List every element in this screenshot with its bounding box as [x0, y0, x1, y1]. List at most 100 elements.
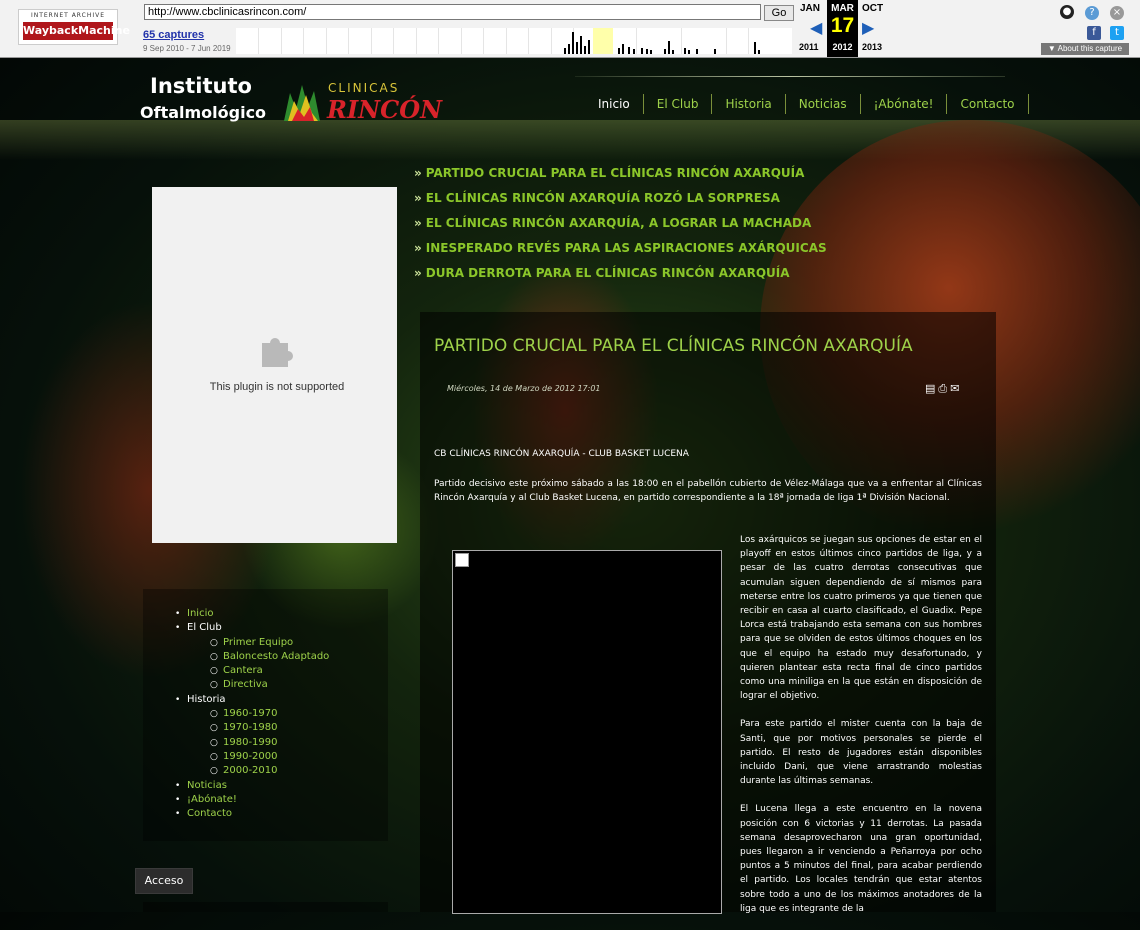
menu-label: 1970-1980 — [223, 722, 278, 734]
article-image — [452, 550, 722, 914]
close-icon[interactable]: × — [1110, 6, 1124, 20]
acceso-tab[interactable]: Acceso — [135, 868, 193, 894]
captures-range: 9 Sep 2010 - 7 Jun 2019 — [143, 44, 231, 53]
next-capture-arrow-icon[interactable]: ▶ — [862, 20, 874, 36]
capture-sparkline[interactable] — [236, 28, 792, 54]
sparkline-bar — [568, 44, 570, 54]
headline-link[interactable]: » DURA DERROTA PARA EL CLÍNICAS RINCÓN AX… — [414, 266, 827, 291]
twitter-icon[interactable]: t — [1110, 26, 1124, 40]
wayback-go-button[interactable]: Go — [764, 5, 794, 21]
sparkline-bar — [696, 49, 698, 54]
menu-item-contacto[interactable]: • Contacto — [173, 807, 329, 821]
menu-item-el-club[interactable]: • El Club — [173, 621, 329, 635]
menu-item-1990-2000[interactable]: ○ 1990-2000 — [173, 750, 329, 764]
current-day: 17 — [830, 14, 855, 37]
article-paragraph: El Lucena llega a este encuentro en la n… — [740, 804, 982, 914]
facebook-icon[interactable]: f — [1087, 26, 1101, 40]
article-intro: Partido decisivo este próximo sábado a l… — [434, 479, 982, 504]
nav-inicio[interactable]: Inicio — [585, 94, 644, 114]
nav-historia[interactable]: Historia — [712, 94, 786, 114]
menu-item-baloncesto-adaptado[interactable]: ○ Baloncesto Adaptado — [173, 650, 329, 664]
nav-contacto[interactable]: Contacto — [947, 94, 1029, 114]
menu-label: Inicio — [187, 608, 214, 619]
headline-text: PARTIDO CRUCIAL PARA EL CLÍNICAS RINCÓN … — [425, 166, 805, 180]
menu-label: Directiva — [223, 679, 268, 691]
raquo-icon: » — [414, 191, 422, 205]
menu-label: 2000-2010 — [223, 765, 278, 777]
circle-bullet-icon: ○ — [210, 737, 218, 748]
clinicas-rincon-flame-logo[interactable] — [280, 81, 326, 123]
menu-item-1970-1980[interactable]: ○ 1970-1980 — [173, 721, 329, 735]
wayback-logo[interactable]: INTERNET ARCHIVE WaybackMachine — [18, 9, 130, 45]
sparkline-divider — [551, 28, 552, 54]
puzzle-piece-icon — [262, 338, 293, 367]
headline-link[interactable]: » INESPERADO REVÉS PARA LAS ASPIRACIONES … — [414, 241, 827, 266]
sparkline-bar — [618, 48, 620, 54]
sparkline-highlight — [593, 28, 613, 54]
prev-month-label[interactable]: JAN — [800, 3, 820, 14]
menu-item-1980-1990[interactable]: ○ 1980-1990 — [173, 736, 329, 750]
user-icon[interactable]: ● — [1060, 5, 1074, 19]
print-icon[interactable]: ⎙ — [938, 382, 947, 396]
current-capture-date: MAR 17 2012 — [827, 0, 858, 57]
sparkline-bar — [758, 50, 760, 54]
sparkline-bar — [564, 48, 566, 54]
menu-label: 1980-1990 — [223, 736, 278, 748]
menu-label: Historia — [187, 693, 226, 705]
menu-item-noticias[interactable]: • Noticias — [173, 779, 329, 793]
nav-abonate[interactable]: ¡Abónate! — [861, 94, 948, 114]
sparkline-bar — [646, 49, 648, 54]
menu-label: ¡Abónate! — [187, 793, 237, 805]
instituto-logo-line1[interactable]: Instituto — [150, 74, 252, 98]
wayback-url-input[interactable]: http://www.cbclinicasrincon.com/ — [144, 4, 761, 20]
next-year-label[interactable]: 2013 — [862, 42, 882, 52]
email-icon[interactable]: ✉ — [950, 382, 959, 396]
menu-label: Noticias — [187, 779, 227, 791]
nav-noticias[interactable]: Noticias — [786, 94, 861, 114]
current-month: MAR — [831, 3, 854, 14]
circle-bullet-icon: ○ — [210, 751, 218, 762]
wayback-logo-main: WaybackMachine — [23, 22, 130, 40]
circle-bullet-icon: ○ — [210, 709, 218, 720]
sparkline-divider — [438, 28, 439, 54]
headline-text: INESPERADO REVÉS PARA LAS ASPIRACIONES A… — [425, 241, 827, 255]
menu-item-inicio[interactable]: • Inicio — [173, 607, 329, 621]
rincon-logo-text[interactable]: RINCÓN — [327, 95, 442, 124]
bullet-icon: • — [175, 694, 181, 705]
plugin-unsupported-text: This plugin is not supported — [209, 381, 345, 393]
next-month-label[interactable]: OCT — [862, 3, 883, 14]
headline-link[interactable]: » PARTIDO CRUCIAL PARA EL CLÍNICAS RINCÓN… — [414, 166, 827, 191]
acceso-panel — [143, 902, 388, 912]
captures-link[interactable]: 65 captures — [143, 29, 204, 41]
menu-item-2000-2010[interactable]: ○ 2000-2010 — [173, 764, 329, 778]
article-title[interactable]: PARTIDO CRUCIAL PARA EL CLÍNICAS RINCÓN … — [434, 336, 913, 356]
menu-label: El Club — [187, 622, 222, 634]
sparkline-bar — [688, 50, 690, 54]
sparkline-divider — [348, 28, 349, 54]
raquo-icon: » — [414, 216, 422, 230]
menu-item-directiva[interactable]: ○ Directiva — [173, 678, 329, 692]
pdf-icon[interactable]: ▤ — [925, 382, 935, 396]
prev-year-label[interactable]: 2011 — [799, 42, 819, 52]
menu-item-primer-equipo[interactable]: ○ Primer Equipo — [173, 636, 329, 650]
sparkline-divider — [726, 28, 727, 54]
article-paragraph: Los axárquicos se juegan sus opciones de… — [740, 535, 982, 702]
instituto-logo-line2[interactable]: Oftalmológico — [140, 103, 266, 122]
headline-link[interactable]: » EL CLÍNICAS RINCÓN AXARQUÍA, A LOGRAR L… — [414, 216, 827, 241]
headline-link[interactable]: » EL CLÍNICAS RINCÓN AXARQUÍA ROZÓ LA SOR… — [414, 191, 827, 216]
menu-item-historia[interactable]: • Historia — [173, 693, 329, 707]
help-icon[interactable]: ? — [1085, 6, 1099, 20]
sparkline-divider — [528, 28, 529, 54]
circle-bullet-icon: ○ — [210, 680, 218, 691]
article-paragraph: Para este partido el mister cuenta con l… — [740, 719, 982, 787]
clinicas-logo-text[interactable]: CLINICAS — [328, 81, 399, 95]
nav-el-club[interactable]: El Club — [644, 94, 713, 114]
prev-capture-arrow-icon[interactable]: ◀ — [810, 20, 822, 36]
sparkline-bar — [641, 48, 643, 54]
menu-item-cantera[interactable]: ○ Cantera — [173, 664, 329, 678]
menu-label: Cantera — [223, 665, 263, 677]
menu-item-abonate[interactable]: • ¡Abónate! — [173, 793, 329, 807]
menu-label: Contacto — [187, 808, 233, 820]
about-capture-button[interactable]: ▼ About this capture — [1041, 43, 1129, 55]
menu-item-1960-1970[interactable]: ○ 1960-1970 — [173, 707, 329, 721]
